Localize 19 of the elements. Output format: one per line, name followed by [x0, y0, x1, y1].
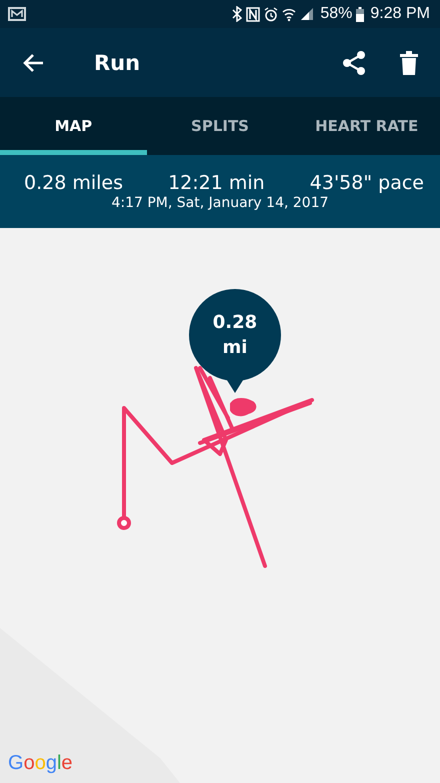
pace-value: 43'58" pace [310, 172, 424, 194]
date-time: 4:17 PM, Sat, January 14, 2017 [111, 195, 329, 211]
bluetooth-icon [232, 6, 242, 22]
clock-time: 9:28 PM [370, 5, 430, 23]
mail-icon [8, 6, 26, 22]
tab[interactable]: HEART RATE [293, 97, 440, 155]
screen-title: Run [94, 50, 140, 74]
google-logo: Google [8, 752, 73, 775]
signal-icon [300, 7, 314, 21]
battery-percentage: 58% [320, 5, 352, 23]
duration-value: 12:21 min [168, 172, 265, 194]
distance-value: 0.28 miles [24, 172, 123, 194]
wifi-icon [282, 6, 296, 22]
battery-icon [356, 6, 364, 22]
tab[interactable]: SPLITS [146, 97, 294, 155]
alarm-icon [264, 6, 278, 22]
marker-distance: 0.28 [212, 310, 258, 335]
nfc-icon [246, 6, 260, 22]
marker-unit: mi [222, 336, 248, 360]
